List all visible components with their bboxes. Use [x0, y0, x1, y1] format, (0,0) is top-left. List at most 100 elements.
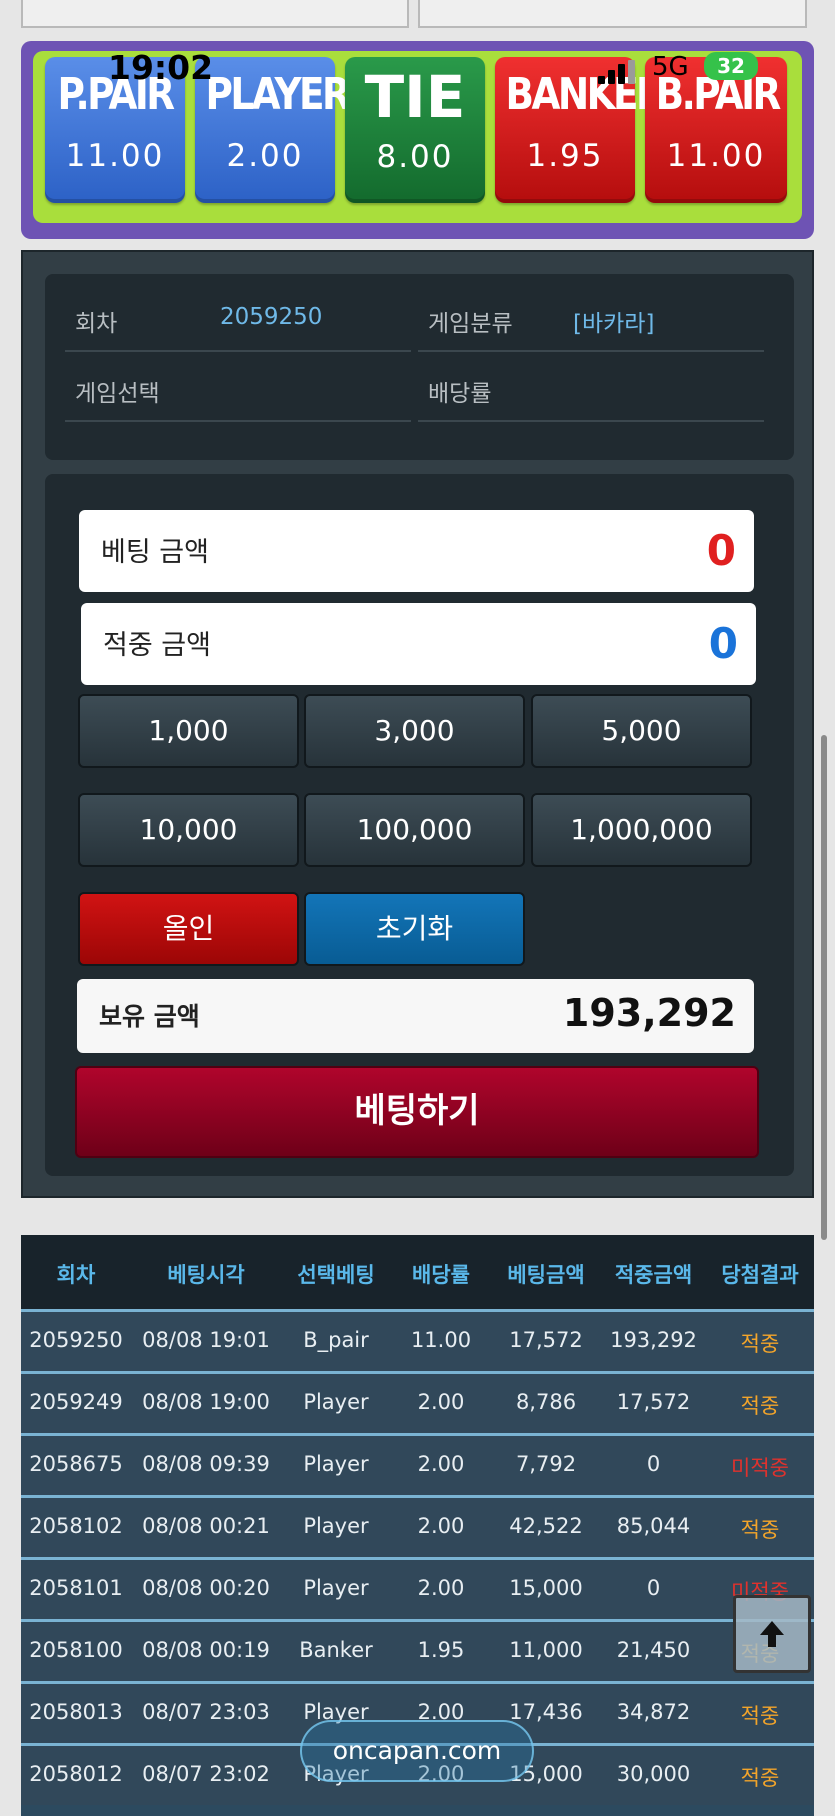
reset-button[interactable]: 초기화 [304, 892, 525, 966]
header-selection: 선택베팅 [297, 1263, 375, 1287]
bet-tile-odds: 8.00 [376, 139, 454, 175]
selection-label: 게임선택 [75, 381, 160, 407]
header-bet-amount: 베팅금액 [507, 1263, 585, 1287]
header-win-amount: 적중금액 [614, 1263, 693, 1287]
cell-round: 2058102 [29, 1514, 123, 1538]
page-scrollbar[interactable] [821, 735, 827, 1240]
cell-round: 2059250 [29, 1328, 123, 1352]
bet-tile-odds: 1.95 [526, 138, 604, 174]
top-placeholder-row [21, 0, 807, 30]
cell-bet-time: 08/08 00:19 [142, 1638, 270, 1662]
arrow-up-icon [760, 1621, 784, 1647]
table-row: 2058675 08/08 09:39 Player 2.00 7,792 0 … [21, 1433, 814, 1495]
win-amount-value: 0 [708, 619, 738, 668]
balance-field: 보유 금액 193,292 [77, 979, 754, 1053]
cell-result: 적중 [740, 1332, 780, 1356]
table-row: 2058102 08/08 00:21 Player 2.00 42,522 8… [21, 1495, 814, 1557]
bet-amount-label: 베팅 금액 [101, 537, 209, 568]
history-header-row: 회차 베팅시각 선택베팅 배당률 베팅금액 적중금액 당첨결과 [21, 1235, 814, 1309]
chip-1000-button[interactable]: 1,000 [78, 694, 299, 768]
cell-win-amount: 193,292 [610, 1328, 697, 1352]
selection-cell: 게임선택 [65, 354, 411, 422]
cell-odds: 2.00 [417, 1576, 465, 1600]
cell-bet-time: 08/07 23:03 [142, 1700, 270, 1724]
cell-odds: 2.00 [417, 1390, 465, 1414]
cell-selection: Player [303, 1452, 369, 1476]
category-value: [바카라] [573, 311, 655, 337]
cell-win-amount: 17,572 [616, 1390, 691, 1414]
cell-win-amount: 34,872 [616, 1700, 691, 1724]
cell-bet-amount: 7,792 [515, 1452, 577, 1476]
cell-selection: B_pair [303, 1328, 369, 1352]
category-label: 게임분류 [428, 311, 513, 337]
header-round: 회차 [56, 1263, 96, 1287]
category-cell: 게임분류 [바카라] [418, 284, 764, 352]
round-value: 2059250 [220, 304, 323, 330]
cell-win-amount: 85,044 [616, 1514, 691, 1538]
balance-label: 보유 금액 [99, 1002, 200, 1031]
place-bet-button[interactable]: 베팅하기 [75, 1066, 759, 1158]
network-label: 5G [652, 52, 689, 82]
header-result: 당첨결과 [721, 1263, 799, 1287]
chip-10000-button[interactable]: 10,000 [78, 793, 299, 867]
cell-win-amount: 30,000 [616, 1762, 691, 1786]
cell-bet-amount: 42,522 [509, 1514, 583, 1538]
all-in-button[interactable]: 올인 [78, 892, 299, 966]
win-amount-field: 적중 금액 0 [81, 603, 756, 685]
cell-win-amount: 0 [646, 1576, 661, 1600]
top-placeholder-right [418, 0, 807, 28]
cell-bet-amount: 17,572 [509, 1328, 583, 1352]
cell-round: 2058100 [29, 1638, 123, 1662]
cell-bet-amount: 8,786 [515, 1390, 577, 1414]
balance-value: 193,292 [562, 991, 736, 1035]
cell-result: 적중 [740, 1766, 780, 1790]
table-row: 2058100 08/08 00:19 Banker 1.95 11,000 2… [21, 1619, 814, 1681]
chip-1000000-button[interactable]: 1,000,000 [531, 793, 752, 867]
header-bet-time: 베팅시각 [167, 1263, 245, 1287]
cell-bet-time: 08/07 23:02 [142, 1762, 270, 1786]
cell-round: 2059249 [29, 1390, 123, 1414]
cell-bet-time: 08/08 09:39 [142, 1452, 270, 1476]
cell-selection: Player [303, 1390, 369, 1414]
top-placeholder-left [21, 0, 409, 28]
battery-icon: 32 [704, 52, 758, 80]
odds-label: 배당률 [428, 381, 492, 407]
cell-selection: Player [303, 1576, 369, 1600]
round-info-card: 회차 2059250 게임분류 [바카라] 게임선택 배당률 [45, 274, 794, 460]
scroll-to-top-button[interactable] [733, 1595, 811, 1673]
cell-bet-time: 08/08 19:00 [142, 1390, 270, 1414]
cell-odds: 2.00 [417, 1514, 465, 1538]
round-label: 회차 [75, 311, 118, 337]
bet-form-card: 베팅 금액 0 적중 금액 0 1,000 3,000 5,000 10,000… [45, 474, 794, 1176]
bet-tile-odds: 11.00 [666, 138, 766, 174]
cell-result: 적중 [740, 1518, 780, 1542]
bet-tile-odds: 11.00 [65, 138, 165, 174]
cell-result: 미적중 [731, 1456, 789, 1480]
cell-odds: 2.00 [417, 1452, 465, 1476]
cell-round: 2058012 [29, 1762, 123, 1786]
chip-100000-button[interactable]: 100,000 [304, 793, 525, 867]
chip-5000-button[interactable]: 5,000 [531, 694, 752, 768]
cell-result: 적중 [740, 1704, 780, 1728]
cell-round: 2058101 [29, 1576, 123, 1600]
cell-round: 2058675 [29, 1452, 123, 1476]
status-bar: 19:02 5G 32 [0, 46, 835, 90]
table-row: 2059249 08/08 19:00 Player 2.00 8,786 17… [21, 1371, 814, 1433]
chip-3000-button[interactable]: 3,000 [304, 694, 525, 768]
cell-bet-time: 08/08 00:21 [142, 1514, 270, 1538]
betting-panel: 회차 2059250 게임분류 [바카라] 게임선택 배당률 베팅 금액 0 적… [21, 250, 814, 1198]
cell-win-amount: 0 [646, 1452, 661, 1476]
bet-tile-odds: 2.00 [226, 138, 304, 174]
cell-result: 적중 [740, 1394, 780, 1418]
table-row: 2059250 08/08 19:01 B_pair 11.00 17,572 … [21, 1309, 814, 1371]
cell-odds: 11.00 [410, 1328, 472, 1352]
cell-round: 2058013 [29, 1700, 123, 1724]
cell-selection: Player [303, 1514, 369, 1538]
bet-amount-field[interactable]: 베팅 금액 0 [79, 510, 754, 592]
bet-amount-value: 0 [706, 526, 736, 575]
header-odds: 배당률 [412, 1263, 470, 1287]
signal-icon [598, 60, 638, 84]
odds-cell: 배당률 [418, 354, 764, 422]
round-cell: 회차 2059250 [65, 284, 411, 352]
cell-bet-amount: 11,000 [509, 1638, 583, 1662]
